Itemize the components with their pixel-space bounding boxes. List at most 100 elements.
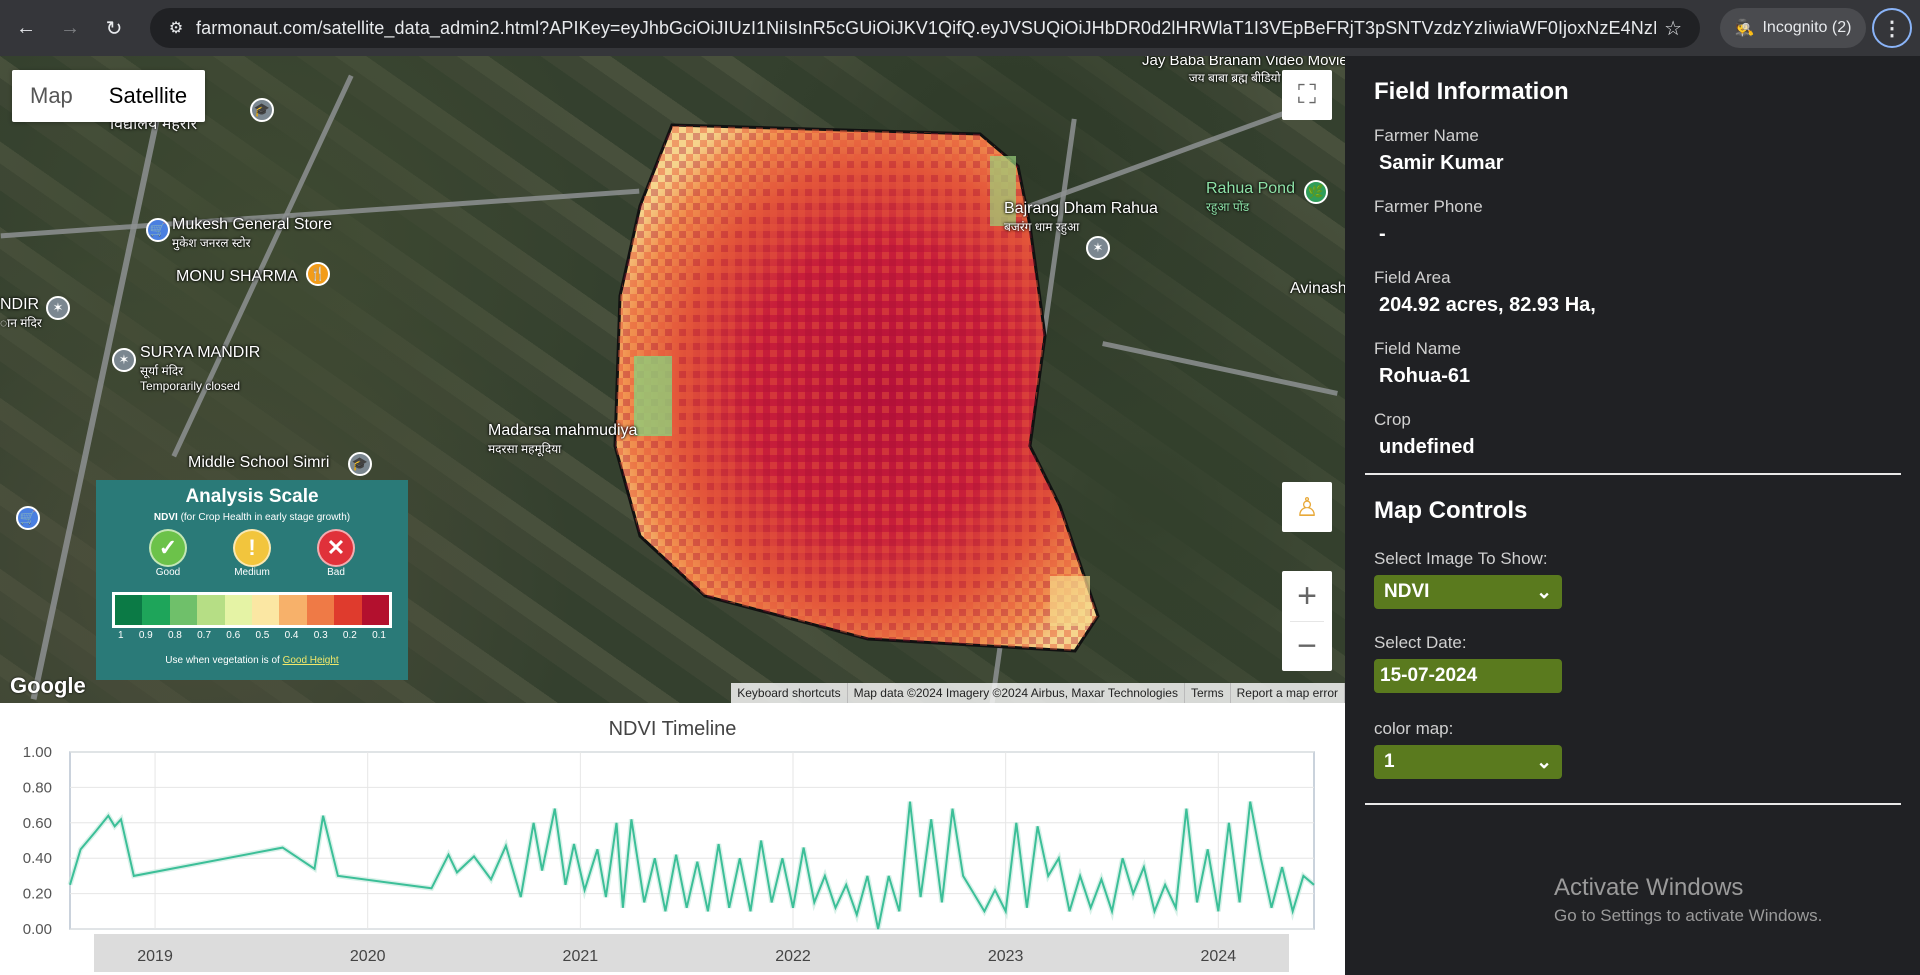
field-name-value: Rohua-61	[1379, 365, 1471, 387]
legend-swatch	[169, 595, 198, 625]
shopping-icon[interactable]: 🛒	[16, 506, 40, 530]
park-icon[interactable]: 🌿	[1304, 180, 1328, 204]
field-area-label: Field Area	[1374, 268, 1451, 287]
plot-area	[69, 751, 1315, 930]
report-error-link[interactable]: Report a map error	[1231, 683, 1345, 703]
restaurant-icon[interactable]: 🍴	[306, 262, 330, 286]
address-bar[interactable]: ⚙ farmonaut.com/satellite_data_admin2.ht…	[150, 8, 1700, 48]
y-tick-label: 1.00	[23, 744, 52, 761]
site-info-icon[interactable]: ⚙	[156, 18, 196, 38]
legend-tick-label: 0.1	[372, 630, 386, 641]
temple-icon[interactable]: ✶	[1086, 236, 1110, 260]
legend-note-text: Use when vegetation is of	[165, 655, 283, 666]
legend-title: Analysis Scale	[185, 486, 319, 507]
farmer-phone-value: -	[1379, 223, 1386, 245]
legend-tick-label: 0.7	[197, 630, 212, 641]
legend-medium: ! Medium	[233, 529, 271, 578]
y-tick-label: 0.60	[23, 815, 52, 832]
school-icon[interactable]: 🎓	[348, 452, 372, 476]
date-input[interactable]: 15-07-2024	[1374, 659, 1562, 693]
x-axis-navigator	[94, 934, 1289, 972]
windows-activation-watermark: Activate Windows Go to Settings to activ…	[1554, 874, 1822, 926]
poi-mukesh-store[interactable]: Mukesh General Store मुकेश जनरल स्टोर	[172, 216, 332, 251]
poi-monu-sharma[interactable]: MONU SHARMA	[176, 268, 298, 286]
map-controls-title: Map Controls	[1374, 497, 1528, 524]
legend-note-link[interactable]: Good Height	[283, 655, 339, 666]
zoom-divider	[1290, 621, 1324, 622]
street-view-pegman-icon[interactable]: ♙	[1282, 482, 1332, 532]
field-area-value: 204.92 acres, 82.93 Ha,	[1379, 294, 1596, 316]
crop-value: undefined	[1379, 436, 1475, 458]
zoom-in-button[interactable]: +	[1282, 571, 1332, 621]
panel-divider	[1365, 473, 1901, 475]
image-type-value: NDVI	[1384, 581, 1430, 602]
legend-medium-label: Medium	[234, 567, 270, 578]
field-info-title: Field Information	[1374, 78, 1569, 105]
keyboard-shortcuts-link[interactable]: Keyboard shortcuts	[731, 683, 848, 703]
poi-middle-school[interactable]: Middle School Simri	[188, 454, 329, 472]
check-icon: ✓	[149, 529, 187, 567]
temple-icon[interactable]: ✶	[112, 348, 136, 372]
legend-swatch	[361, 595, 390, 625]
incognito-icon: 🕵	[1734, 20, 1755, 37]
legend-tick-label: 0.4	[284, 630, 299, 641]
legend-swatch	[334, 595, 362, 625]
legend-color-bar	[112, 592, 392, 628]
legend-status-icons: ✓ Good ! Medium ✕ Bad	[96, 529, 408, 578]
legend-subtitle: NDVI (for Crop Health in early stage gro…	[96, 512, 408, 523]
legend-bad: ✕ Bad	[317, 529, 355, 578]
satellite-map[interactable]: 🛒 Mukesh General Store मुकेश जनरल स्टोर 🍴…	[0, 56, 1345, 703]
reload-icon[interactable]: ↻	[96, 10, 132, 46]
forward-icon[interactable]: →	[52, 10, 88, 46]
legend-tick-label: 0.3	[313, 630, 328, 641]
date-value: 15-07-2024	[1380, 665, 1478, 686]
poi-avinash[interactable]: Avinash	[1290, 280, 1345, 298]
map-type-toggle[interactable]: Map Satellite	[12, 70, 206, 122]
shopping-icon[interactable]: 🛒	[146, 218, 170, 242]
poi-bajrang-dham[interactable]: Bajrang Dham Rahua बजरंग धाम रहुआ	[1004, 200, 1158, 235]
poi-surya-mandir[interactable]: SURYA MANDIR सूर्या मंदिर Temporarily clos…	[140, 344, 260, 393]
browser-menu-icon[interactable]: ⋮	[1872, 8, 1912, 48]
legend-good-label: Good	[155, 567, 181, 578]
school-icon[interactable]: 🎓	[250, 98, 274, 122]
zoom-control[interactable]: + −	[1282, 571, 1332, 671]
map-type-map-button[interactable]: Map	[12, 70, 91, 122]
legend-tick-label: 0.2	[342, 630, 357, 641]
legend-tick-label: 0.5	[255, 630, 270, 641]
farmer-phone-label: Farmer Phone	[1374, 197, 1483, 216]
poi-mandir-left[interactable]: NDIRान मंदिर	[0, 296, 42, 331]
fullscreen-icon[interactable]: ⛶	[1282, 70, 1332, 120]
y-tick-label: 0.00	[23, 921, 52, 938]
color-map-select[interactable]: 1 ⌄	[1374, 745, 1562, 779]
legend-swatch	[197, 595, 225, 625]
bookmark-star-icon[interactable]: ☆	[1664, 16, 1682, 41]
incognito-badge[interactable]: 🕵 Incognito (2)	[1720, 8, 1866, 48]
map-data-text: Map data ©2024 Imagery ©2024 Airbus, Max…	[848, 683, 1185, 703]
field-name-label: Field Name	[1374, 339, 1461, 358]
map-type-satellite-button[interactable]: Satellite	[91, 70, 205, 122]
legend-swatch	[279, 595, 307, 625]
legend-tick-label: 0.6	[226, 630, 241, 641]
terms-link[interactable]: Terms	[1185, 683, 1231, 703]
chart-canvas[interactable]: 1.00 0.80 0.60 0.40 0.20 0.00 2019 2020 2021 2022…	[0, 703, 1345, 975]
image-type-select[interactable]: NDVI ⌄	[1374, 575, 1562, 609]
farmer-name-label: Farmer Name	[1374, 126, 1479, 145]
zoom-out-button[interactable]: −	[1282, 621, 1332, 671]
legend-swatch	[224, 595, 253, 625]
incognito-label: Incognito (2)	[1762, 19, 1852, 36]
poi-madarsa[interactable]: Madarsa mahmudiya मदरसा महमूदिया	[488, 422, 637, 457]
x-tick-label: 2024	[1201, 948, 1237, 965]
legend-tick-label: 1	[118, 630, 124, 641]
select-image-label: Select Image To Show:	[1374, 549, 1548, 568]
color-map-label: color map:	[1374, 719, 1454, 738]
chevron-down-icon: ⌄	[1536, 751, 1552, 773]
y-tick-label: 0.20	[23, 886, 52, 903]
temple-icon[interactable]: ✶	[46, 296, 70, 320]
url-text[interactable]: farmonaut.com/satellite_data_admin2.html…	[196, 18, 1656, 39]
crop-label: Crop	[1374, 410, 1411, 429]
x-tick-label: 2019	[137, 948, 173, 965]
poi-rahua-pond[interactable]: Rahua Pond रहुआ पोंड	[1206, 180, 1295, 215]
back-icon[interactable]: ←	[8, 10, 44, 46]
x-tick-label: 2022	[775, 948, 811, 965]
x-tick-label: 2021	[563, 948, 599, 965]
